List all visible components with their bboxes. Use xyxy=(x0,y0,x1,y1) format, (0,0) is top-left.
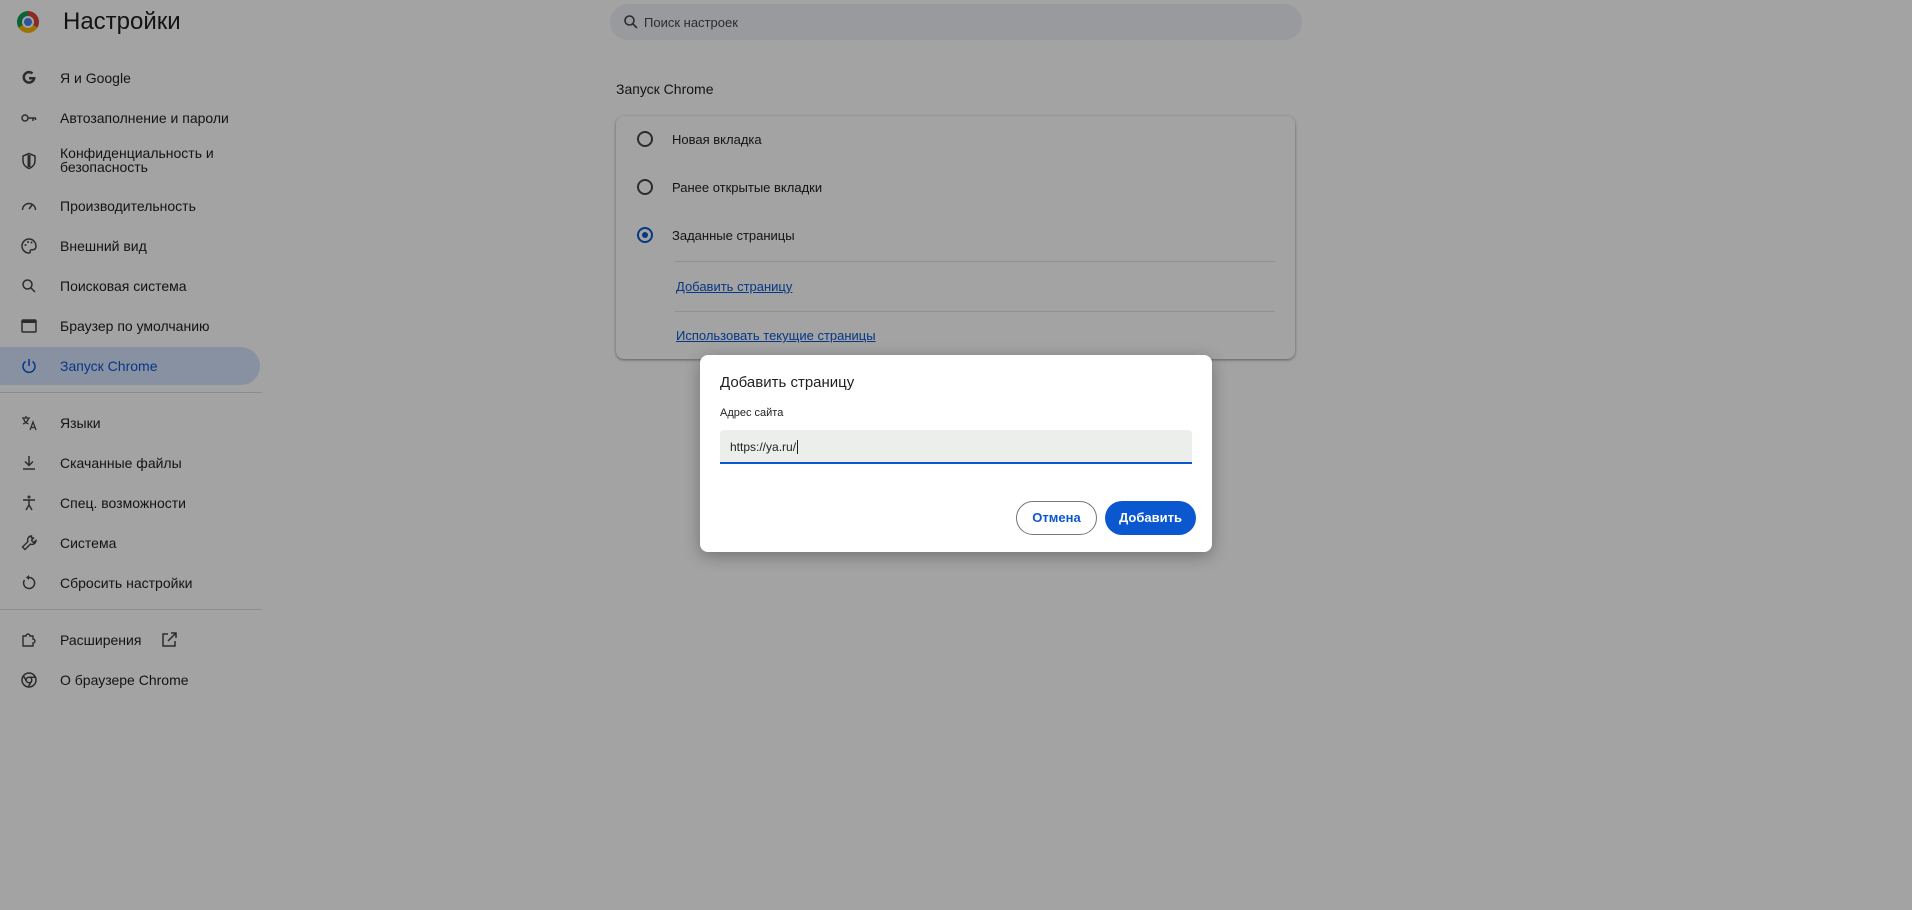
text-caret xyxy=(797,440,799,454)
site-url-input[interactable]: https://ya.ru/ xyxy=(720,430,1192,464)
add-page-dialog: Добавить страницу Адрес сайта https://ya… xyxy=(700,355,1212,552)
dialog-title: Добавить страницу xyxy=(720,374,855,391)
add-button[interactable]: Добавить xyxy=(1105,501,1196,535)
cancel-button[interactable]: Отмена xyxy=(1016,501,1097,535)
site-url-value: https://ya.ru/ xyxy=(730,440,799,454)
site-url-label: Адрес сайта xyxy=(720,407,784,419)
